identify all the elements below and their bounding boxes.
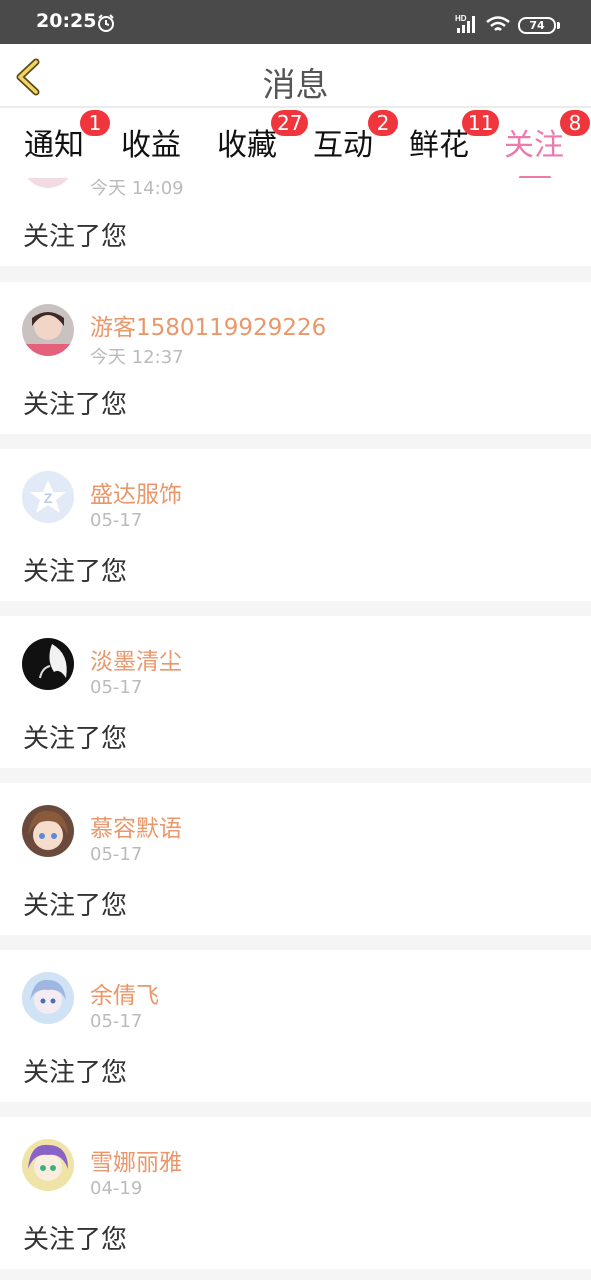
tab-label: 互动 (313, 128, 373, 163)
message-time: 05-17 (90, 844, 143, 865)
message-time: 05-17 (90, 1011, 143, 1032)
user-name[interactable]: 雪娜丽雅 (90, 1143, 182, 1177)
tab-notifications[interactable]: 通知 1 (24, 110, 110, 170)
message-text: 关注了您 (23, 891, 128, 921)
user-avatar[interactable] (22, 178, 74, 188)
message-text: 关注了您 (23, 1058, 128, 1088)
user-avatar[interactable]: Z (22, 471, 74, 523)
message-text: 关注了您 (23, 1225, 128, 1255)
tab-flowers[interactable]: 鲜花 11 (409, 110, 500, 170)
list-item[interactable]: 淡墨清尘 05-17 关注了您 (0, 616, 591, 768)
user-avatar[interactable] (22, 638, 74, 690)
tab-bar: 通知 1 收益 收藏 27 互动 2 鲜花 11 关注 8 (0, 110, 591, 179)
svg-text:HD: HD (455, 14, 467, 23)
user-name[interactable]: 淡墨清尘 (90, 642, 182, 676)
battery-indicator: 74 (518, 17, 556, 34)
unread-badge: 8 (560, 110, 590, 136)
message-time: 04-19 (90, 1178, 143, 1199)
status-bar: 20:25 HD 74 (0, 0, 591, 44)
user-name[interactable]: 余倩飞 (90, 976, 159, 1010)
message-time: 今天 14:09 (90, 178, 184, 199)
status-time: 20:25 (36, 10, 97, 32)
svg-text:Z: Z (44, 490, 53, 506)
signal-icon: HD (455, 14, 475, 33)
list-item[interactable]: 今天 14:09 关注了您 (0, 178, 591, 266)
message-time: 05-17 (90, 677, 143, 698)
list-item[interactable]: Z 盛达服饰 05-17 关注了您 (0, 449, 591, 601)
list-item[interactable]: 余倩飞 05-17 关注了您 (0, 950, 591, 1102)
page-title: 消息 (262, 65, 329, 104)
tab-label: 收益 (121, 128, 181, 163)
wifi-icon (486, 16, 510, 31)
follow-message-list[interactable]: 今天 14:09 关注了您 游客1580119929226 今天 12:37 关… (0, 178, 591, 1280)
unread-badge: 1 (80, 110, 110, 136)
unread-badge: 27 (271, 110, 309, 136)
message-text: 关注了您 (23, 222, 128, 252)
message-text: 关注了您 (23, 390, 128, 420)
tab-label: 鲜花 (409, 128, 469, 163)
list-item[interactable]: 雪娜丽雅 04-19 关注了您 (0, 1117, 591, 1269)
tab-label: 收藏 (217, 128, 277, 163)
message-text: 关注了您 (23, 724, 128, 754)
tab-label: 通知 (24, 128, 84, 163)
list-item[interactable]: 慕容默语 05-17 关注了您 (0, 783, 591, 935)
tab-follows[interactable]: 关注 8 (504, 110, 590, 179)
app-header: 消息 (0, 44, 591, 108)
message-text: 关注了您 (23, 557, 128, 587)
user-avatar[interactable] (22, 972, 74, 1024)
tab-favorites[interactable]: 收藏 27 (217, 110, 309, 170)
battery-tip (557, 22, 560, 29)
list-item[interactable]: 游客1580119929226 今天 12:37 关注了您 (0, 282, 591, 434)
message-time: 05-17 (90, 510, 143, 531)
tab-earnings[interactable]: 收益 (121, 120, 181, 170)
unread-badge: 2 (368, 110, 398, 136)
user-avatar[interactable] (22, 805, 74, 857)
tab-label: 关注 (504, 128, 564, 163)
user-name[interactable]: 游客1580119929226 (90, 308, 326, 342)
user-name[interactable]: 盛达服饰 (90, 475, 182, 509)
user-name[interactable]: 慕容默语 (90, 809, 182, 843)
unread-badge: 11 (462, 110, 500, 136)
message-time: 今天 12:37 (90, 347, 184, 368)
user-avatar[interactable] (22, 1139, 74, 1191)
user-avatar[interactable] (22, 304, 74, 356)
alarm-icon (98, 14, 114, 32)
tab-interactions[interactable]: 互动 2 (313, 110, 398, 170)
